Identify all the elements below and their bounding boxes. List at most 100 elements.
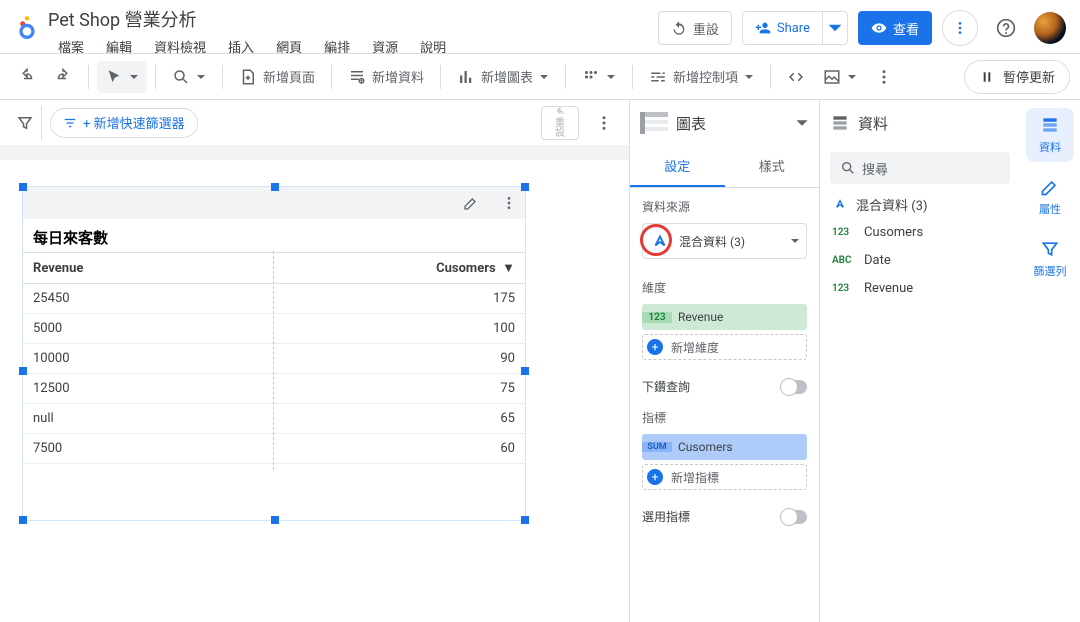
caret-down-icon (827, 20, 843, 36)
canvas-reset-button[interactable]: 重設 (541, 106, 579, 140)
table-row[interactable]: 1000090 (23, 344, 525, 374)
image-button[interactable] (815, 61, 865, 93)
component-overflow[interactable] (493, 187, 525, 219)
account-avatar[interactable] (1034, 12, 1066, 44)
menu-edit[interactable]: 編輯 (96, 34, 142, 59)
add-chart-label: 新增圖表 (481, 67, 533, 86)
datasource-row[interactable]: 混合資料 (3) (820, 190, 1020, 218)
menu-insert[interactable]: 插入 (218, 34, 264, 59)
person-add-icon (755, 20, 771, 36)
add-control-button[interactable]: 新增控制項 (641, 61, 762, 93)
undo-button[interactable] (10, 61, 44, 93)
view-button[interactable]: 查看 (858, 11, 932, 45)
menu-help[interactable]: 說明 (410, 34, 456, 59)
zoom-tool[interactable] (164, 61, 214, 93)
share-button[interactable]: Share (742, 11, 822, 45)
field-search[interactable]: 搜尋 (830, 152, 1010, 184)
table-row[interactable]: 5000100 (23, 314, 525, 344)
share-dropdown[interactable] (822, 11, 848, 45)
chevron-down-icon[interactable] (795, 116, 809, 130)
rail-data[interactable]: 資料 (1026, 108, 1074, 162)
add-chart-button[interactable]: 新增圖表 (449, 61, 557, 93)
datasource-label: 資料來源 (642, 198, 807, 215)
caret-down-icon (196, 72, 206, 82)
menu-file[interactable]: 檔案 (48, 34, 94, 59)
add-metric-button[interactable]: +新增指標 (642, 464, 807, 490)
funnel-icon (1040, 239, 1060, 259)
menu-arrange[interactable]: 編排 (314, 34, 360, 59)
th-revenue[interactable]: Revenue (23, 253, 232, 284)
blend-icon (649, 230, 671, 252)
code-icon (787, 68, 805, 86)
add-data-label: 新增資料 (372, 67, 424, 86)
pause-label: 暫停更新 (1003, 67, 1055, 86)
add-page-button[interactable]: 新增頁面 (231, 61, 323, 93)
menu-resource[interactable]: 資源 (362, 34, 408, 59)
view-label: 查看 (893, 19, 919, 38)
page-strip (0, 146, 629, 160)
apps-icon (582, 68, 600, 86)
eye-icon (871, 20, 887, 36)
th-customers[interactable]: Cusomers ▼ (232, 253, 525, 284)
data-icon (1040, 115, 1060, 135)
add-control-label: 新增控制項 (673, 67, 738, 86)
zoom-icon (172, 68, 190, 86)
rail-filter[interactable]: 篩選列 (1026, 232, 1074, 286)
optional-metric-toggle[interactable] (781, 510, 807, 524)
page-add-icon (239, 68, 257, 86)
toolbar-overflow[interactable] (867, 61, 901, 93)
undo-icon (18, 68, 36, 86)
field-row[interactable]: 123Revenue (820, 274, 1020, 302)
table-row[interactable]: 750060 (23, 434, 525, 464)
table-component[interactable]: 每日來客數 Revenue Cusomers ▼ 254501755000100… (22, 186, 526, 521)
search-placeholder: 搜尋 (862, 159, 888, 178)
metric-label: 指標 (642, 409, 807, 426)
dimension-pill[interactable]: 123Revenue (642, 304, 807, 330)
menu-view[interactable]: 資料檢視 (144, 34, 216, 59)
edit-icon[interactable] (455, 187, 487, 219)
help-button[interactable] (988, 10, 1024, 46)
pause-icon (979, 69, 995, 85)
community-viz-button[interactable] (574, 61, 624, 93)
more-options-button[interactable] (942, 10, 978, 46)
more-vert-icon (952, 20, 968, 36)
data-add-icon (348, 68, 366, 86)
field-row[interactable]: ABCDate (820, 246, 1020, 274)
filter-icon[interactable] (8, 106, 42, 140)
menu-page[interactable]: 網頁 (266, 34, 312, 59)
menubar: 檔案 編輯 資料檢視 插入 網頁 編排 資源 說明 (48, 34, 456, 59)
doc-title[interactable]: Pet Shop 營業分析 (48, 4, 456, 32)
add-data-button[interactable]: 新增資料 (340, 61, 432, 93)
table-row[interactable]: 25450175 (23, 284, 525, 314)
tab-style[interactable]: 樣式 (725, 146, 820, 187)
component-header (23, 187, 525, 219)
dimension-label: 維度 (642, 279, 807, 296)
chart-icon (457, 68, 475, 86)
embed-button[interactable] (779, 61, 813, 93)
pause-updates-button[interactable]: 暫停更新 (964, 60, 1070, 94)
column-separator (273, 251, 274, 470)
rail-props[interactable]: 屬性 (1026, 170, 1074, 224)
caret-down-icon (606, 72, 616, 82)
drilldown-toggle[interactable] (781, 380, 807, 394)
chart-panel-title: 圖表 (676, 113, 787, 134)
datasource-selector[interactable]: 混合資料 (3) (642, 223, 807, 259)
redo-button[interactable] (46, 61, 80, 93)
reset-label: 重設 (693, 19, 719, 38)
table-chart-icon (640, 112, 668, 134)
reset-button[interactable]: 重設 (658, 11, 732, 45)
optional-metric-label: 選用指標 (642, 508, 690, 525)
select-tool[interactable] (97, 61, 147, 93)
field-row[interactable]: 123Cusomers (820, 218, 1020, 246)
tab-setup[interactable]: 設定 (630, 146, 725, 187)
metric-pill[interactable]: SUMCusomers (642, 434, 807, 460)
table-row[interactable]: 1250075 (23, 374, 525, 404)
more-vert-icon (595, 114, 613, 132)
add-quick-filter-chip[interactable]: + 新增快速篩選器 (50, 108, 198, 138)
datasource-name: 混合資料 (3) (679, 233, 745, 250)
filter-list-icon (63, 116, 77, 130)
add-dimension-button[interactable]: +新增維度 (642, 334, 807, 360)
looker-logo[interactable] (8, 4, 46, 50)
table-row[interactable]: null65 (23, 404, 525, 434)
canvas-overflow[interactable] (587, 107, 621, 139)
